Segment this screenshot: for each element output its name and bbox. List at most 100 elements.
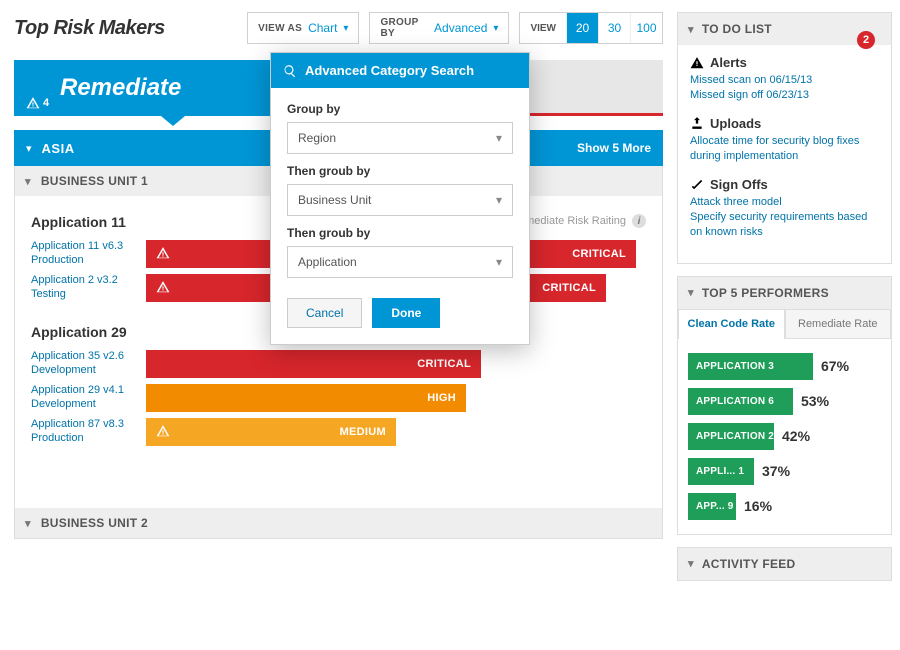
info-icon[interactable]: i <box>632 214 646 228</box>
kpi-remediate-label: Remediate <box>60 74 181 102</box>
application-version-link[interactable]: Application 87 v8.3 Production <box>31 418 146 446</box>
todo-link[interactable]: Missed sign off 06/23/13 <box>690 88 879 103</box>
view-option-20[interactable]: 20 <box>566 13 598 43</box>
risk-bar-row: Application 29 v4.1 DevelopmentHIGH <box>31 384 646 412</box>
chevron-down-icon: ▾ <box>25 517 31 530</box>
performer-row: APPLICATION 2 42% <box>688 423 881 450</box>
business-unit-name: BUSINESS UNIT 1 <box>41 174 148 188</box>
todo-link[interactable]: Missed scan on 06/15/13 <box>690 73 879 88</box>
alert-triangle-icon <box>156 246 170 263</box>
group-by-select[interactable]: Application ▾ <box>287 246 513 278</box>
todo-link[interactable]: Specify security requirements based on k… <box>690 210 879 241</box>
application-version-link[interactable]: Application 11 v6.3 Production <box>31 240 146 268</box>
signoff-icon <box>690 177 704 191</box>
alert-triangle-icon <box>156 280 170 297</box>
performer-row: APP... 9 16% <box>688 493 881 520</box>
todo-panel: ▾ TO DO LIST 2 AlertsMissed scan on 06/1… <box>677 12 892 264</box>
application-version-link[interactable]: Application 2 v3.2 Testing <box>31 274 146 302</box>
view-option-30[interactable]: 30 <box>598 13 630 43</box>
group-by-value: Advanced <box>434 21 487 35</box>
modal-title: Advanced Category Search <box>305 63 474 78</box>
view-as-value: Chart <box>308 21 337 35</box>
performers-panel: ▾ TOP 5 PERFORMERS Clean Code Rate Remed… <box>677 276 892 535</box>
risk-bar[interactable]: MEDIUM <box>146 418 396 446</box>
select-value: Region <box>298 131 336 145</box>
view-size-toggle: VIEW 20 30 100 <box>519 12 663 44</box>
page-title: Top Risk Makers <box>14 17 165 40</box>
chevron-down-icon: ▾ <box>25 175 31 188</box>
view-as-label: VIEW AS <box>258 23 302 34</box>
todo-section-title: Sign Offs <box>690 177 879 192</box>
performer-value: 42% <box>782 428 810 444</box>
view-label: VIEW <box>520 13 566 43</box>
cancel-button[interactable]: Cancel <box>287 298 362 328</box>
sort-hint: Remediate Risk Raiting i <box>511 214 646 228</box>
activity-header[interactable]: ▾ ACTIVITY FEED <box>678 548 891 580</box>
alert-icon <box>690 56 704 70</box>
todo-title: TO DO LIST <box>702 22 772 36</box>
tab-remediate-rate[interactable]: Remediate Rate <box>785 309 892 339</box>
todo-section-title: Uploads <box>690 116 879 131</box>
tab-clean-code[interactable]: Clean Code Rate <box>678 309 785 339</box>
group-by-label: GROUP BY <box>380 17 428 39</box>
group-by-label: Group by <box>287 102 513 116</box>
upload-icon <box>690 116 704 130</box>
done-button[interactable]: Done <box>372 298 440 328</box>
business-unit-name: BUSINESS UNIT 2 <box>41 516 148 530</box>
activity-panel: ▾ ACTIVITY FEED <box>677 547 892 581</box>
chevron-down-icon: ▾ <box>496 193 502 207</box>
risk-bar[interactable]: CRITICAL <box>146 350 481 378</box>
todo-link[interactable]: Allocate time for security blog fixes du… <box>690 134 879 165</box>
region-name: ASIA <box>42 141 75 156</box>
chevron-down-icon: ▾ <box>688 286 694 299</box>
performer-bar[interactable]: APPLICATION 3 <box>688 353 813 380</box>
application-version-link[interactable]: Application 35 v2.6 Development <box>31 350 146 378</box>
chevron-down-icon: ▾ <box>493 23 498 34</box>
chevron-down-icon: ▾ <box>26 142 32 155</box>
performer-value: 16% <box>744 498 772 514</box>
chevron-down-icon: ▾ <box>688 557 694 570</box>
select-value: Application <box>298 255 357 269</box>
performer-row: APPLICATION 3 67% <box>688 353 881 380</box>
todo-section: Alerts Missed scan on 06/15/13Missed sign… <box>690 55 879 104</box>
alert-triangle-icon <box>156 424 170 441</box>
search-icon <box>283 64 297 78</box>
active-pointer-icon <box>161 116 185 126</box>
group-by-select[interactable]: Business Unit ▾ <box>287 184 513 216</box>
group-by-label: Then groub by <box>287 164 513 178</box>
performer-bar[interactable]: APP... 9 <box>688 493 736 520</box>
chevron-down-icon: ▾ <box>496 131 502 145</box>
view-option-100[interactable]: 100 <box>630 13 662 43</box>
todo-section: Sign Offs Attack three modelSpecify secur… <box>690 177 879 241</box>
alert-triangle-icon <box>26 96 40 110</box>
application-version-link[interactable]: Application 29 v4.1 Development <box>31 384 146 412</box>
risk-bar-row: Application 35 v2.6 DevelopmentCRITICAL <box>31 350 646 378</box>
group-by-label: Then groub by <box>287 226 513 240</box>
performers-title: TOP 5 PERFORMERS <box>702 286 829 300</box>
performers-header[interactable]: ▾ TOP 5 PERFORMERS <box>678 277 891 309</box>
show-more-link[interactable]: Show 5 More <box>577 141 651 155</box>
performer-value: 67% <box>821 358 849 374</box>
performer-bar[interactable]: APPLI... 1 <box>688 458 754 485</box>
todo-section-title: Alerts <box>690 55 879 70</box>
performer-bar[interactable]: APPLICATION 2 <box>688 423 774 450</box>
risk-bar-row: Application 87 v8.3 ProductionMEDIUM <box>31 418 646 446</box>
group-by-dropdown[interactable]: GROUP BY Advanced ▾ <box>369 12 509 44</box>
chevron-down-icon: ▾ <box>343 23 348 34</box>
chevron-down-icon: ▾ <box>496 255 502 269</box>
performer-value: 37% <box>762 463 790 479</box>
kpi-remediate-count: 4 <box>26 96 49 110</box>
modal-header: Advanced Category Search <box>271 53 529 88</box>
business-unit-header[interactable]: ▾ BUSINESS UNIT 2 <box>15 508 662 538</box>
view-as-dropdown[interactable]: VIEW AS Chart ▾ <box>247 12 359 44</box>
performer-row: APPLI... 1 37% <box>688 458 881 485</box>
performer-value: 53% <box>801 393 829 409</box>
group-by-select[interactable]: Region ▾ <box>287 122 513 154</box>
todo-badge: 2 <box>857 31 875 49</box>
select-value: Business Unit <box>298 193 371 207</box>
risk-bar[interactable]: HIGH <box>146 384 466 412</box>
activity-title: ACTIVITY FEED <box>702 557 796 571</box>
todo-link[interactable]: Attack three model <box>690 195 879 210</box>
advanced-search-modal: Advanced Category Search Group by Region ▾… <box>270 52 530 345</box>
performer-bar[interactable]: APPLICATION 6 <box>688 388 793 415</box>
